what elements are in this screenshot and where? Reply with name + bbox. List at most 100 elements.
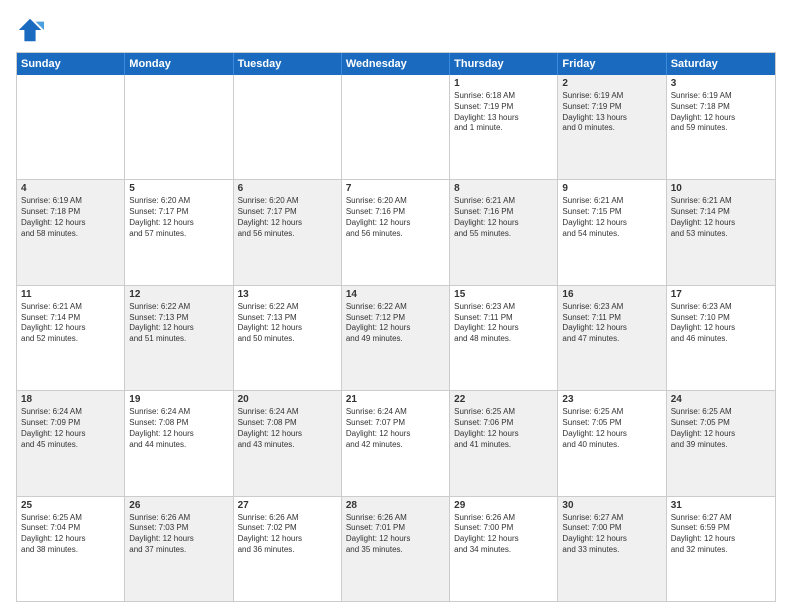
calendar: SundayMondayTuesdayWednesdayThursdayFrid… <box>16 52 776 602</box>
table-row: 26Sunrise: 6:26 AM Sunset: 7:03 PM Dayli… <box>125 497 233 601</box>
calendar-row-3: 18Sunrise: 6:24 AM Sunset: 7:09 PM Dayli… <box>17 390 775 495</box>
day-info: Sunrise: 6:19 AM Sunset: 7:19 PM Dayligh… <box>562 91 661 134</box>
day-number: 29 <box>454 500 553 511</box>
day-number: 15 <box>454 289 553 300</box>
day-info: Sunrise: 6:26 AM Sunset: 7:02 PM Dayligh… <box>238 513 337 556</box>
day-number: 6 <box>238 183 337 194</box>
calendar-row-2: 11 Sunrise: 6:21 AM Sunset: 7:14 PM Dayli… <box>17 285 775 390</box>
day-number: 14 <box>346 289 445 300</box>
table-row: 19 Sunrise: 6:24 AM Sunset: 7:08 PM Dayli… <box>125 391 233 495</box>
day-number: 22 <box>454 394 553 405</box>
day-info: Sunrise: 6:21 AM Sunset: 7:14 PM Dayligh… <box>671 196 771 239</box>
table-row: 9Sunrise: 6:21 AM Sunset: 7:15 PM Daylig… <box>558 180 666 284</box>
calendar-header: SundayMondayTuesdayWednesdayThursdayFrid… <box>17 53 775 75</box>
day-info: Sunrise: 6:26 AM Sunset: 7:01 PM Dayligh… <box>346 513 445 556</box>
logo <box>16 16 48 44</box>
table-row: 30 Sunrise: 6:27 AM Sunset: 7:00 PM Dayli… <box>558 497 666 601</box>
day-info: Sunrise: 6:22 AM Sunset: 7:12 PM Dayligh… <box>346 302 445 345</box>
day-number: 30 <box>562 500 661 511</box>
header-day-tuesday: Tuesday <box>234 53 342 75</box>
day-info: Sunrise: 6:24 AM Sunset: 7:09 PM Dayligh… <box>21 407 120 450</box>
day-info: Sunrise: 6:26 AM Sunset: 7:00 PM Dayligh… <box>454 513 553 556</box>
day-number: 20 <box>238 394 337 405</box>
day-number: 7 <box>346 183 445 194</box>
day-info: Sunrise: 6:25 AM Sunset: 7:05 PM Dayligh… <box>562 407 661 450</box>
table-row: 31 Sunrise: 6:27 AM Sunset: 6:59 PM Dayli… <box>667 497 775 601</box>
calendar-body: 1Sunrise: 6:18 AM Sunset: 7:19 PM Daylig… <box>17 75 775 601</box>
day-info: Sunrise: 6:23 AM Sunset: 7:11 PM Dayligh… <box>562 302 661 345</box>
day-info: Sunrise: 6:19 AM Sunset: 7:18 PM Dayligh… <box>671 91 771 134</box>
day-number: 21 <box>346 394 445 405</box>
table-row <box>342 75 450 179</box>
day-number: 8 <box>454 183 553 194</box>
day-info: Sunrise: 6:19 AM Sunset: 7:18 PM Dayligh… <box>21 196 120 239</box>
table-row: 22 Sunrise: 6:25 AM Sunset: 7:06 PM Dayli… <box>450 391 558 495</box>
day-number: 23 <box>562 394 661 405</box>
table-row <box>234 75 342 179</box>
day-number: 2 <box>562 78 661 89</box>
table-row: 3 Sunrise: 6:19 AM Sunset: 7:18 PM Daylig… <box>667 75 775 179</box>
table-row: 28 Sunrise: 6:26 AM Sunset: 7:01 PM Dayli… <box>342 497 450 601</box>
day-info: Sunrise: 6:21 AM Sunset: 7:15 PM Dayligh… <box>562 196 661 239</box>
day-number: 17 <box>671 289 771 300</box>
table-row: 25 Sunrise: 6:25 AM Sunset: 7:04 PM Dayli… <box>17 497 125 601</box>
table-row: 15 Sunrise: 6:23 AM Sunset: 7:11 PM Dayli… <box>450 286 558 390</box>
day-info: Sunrise: 6:25 AM Sunset: 7:05 PM Dayligh… <box>671 407 771 450</box>
day-number: 19 <box>129 394 228 405</box>
table-row: 24 Sunrise: 6:25 AM Sunset: 7:05 PM Dayli… <box>667 391 775 495</box>
day-number: 1 <box>454 78 553 89</box>
day-info: Sunrise: 6:22 AM Sunset: 7:13 PM Dayligh… <box>129 302 228 345</box>
day-info: Sunrise: 6:23 AM Sunset: 7:11 PM Dayligh… <box>454 302 553 345</box>
day-number: 11 <box>21 289 120 300</box>
day-info: Sunrise: 6:24 AM Sunset: 7:08 PM Dayligh… <box>238 407 337 450</box>
day-info: Sunrise: 6:25 AM Sunset: 7:06 PM Dayligh… <box>454 407 553 450</box>
table-row: 6 Sunrise: 6:20 AM Sunset: 7:17 PM Daylig… <box>234 180 342 284</box>
header-day-wednesday: Wednesday <box>342 53 450 75</box>
day-number: 27 <box>238 500 337 511</box>
table-row: 27 Sunrise: 6:26 AM Sunset: 7:02 PM Dayli… <box>234 497 342 601</box>
table-row: 13 Sunrise: 6:22 AM Sunset: 7:13 PM Dayli… <box>234 286 342 390</box>
header-day-thursday: Thursday <box>450 53 558 75</box>
day-number: 31 <box>671 500 771 511</box>
header-day-monday: Monday <box>125 53 233 75</box>
day-info: Sunrise: 6:21 AM Sunset: 7:14 PM Dayligh… <box>21 302 120 345</box>
table-row: 5 Sunrise: 6:20 AM Sunset: 7:17 PM Daylig… <box>125 180 233 284</box>
table-row: 14 Sunrise: 6:22 AM Sunset: 7:12 PM Dayli… <box>342 286 450 390</box>
logo-icon <box>16 16 44 44</box>
day-info: Sunrise: 6:27 AM Sunset: 7:00 PM Dayligh… <box>562 513 661 556</box>
day-number: 26 <box>129 500 228 511</box>
table-row <box>125 75 233 179</box>
day-info: Sunrise: 6:21 AM Sunset: 7:16 PM Dayligh… <box>454 196 553 239</box>
day-info: Sunrise: 6:20 AM Sunset: 7:17 PM Dayligh… <box>129 196 228 239</box>
calendar-row-1: 4 Sunrise: 6:19 AM Sunset: 7:18 PM Daylig… <box>17 179 775 284</box>
day-info: Sunrise: 6:23 AM Sunset: 7:10 PM Dayligh… <box>671 302 771 345</box>
day-info: Sunrise: 6:20 AM Sunset: 7:16 PM Dayligh… <box>346 196 445 239</box>
day-info: Sunrise: 6:20 AM Sunset: 7:17 PM Dayligh… <box>238 196 337 239</box>
table-row: 2 Sunrise: 6:19 AM Sunset: 7:19 PM Daylig… <box>558 75 666 179</box>
day-number: 13 <box>238 289 337 300</box>
table-row: 29 Sunrise: 6:26 AM Sunset: 7:00 PM Dayli… <box>450 497 558 601</box>
day-number: 3 <box>671 78 771 89</box>
table-row: 4 Sunrise: 6:19 AM Sunset: 7:18 PM Daylig… <box>17 180 125 284</box>
calendar-row-0: 1Sunrise: 6:18 AM Sunset: 7:19 PM Daylig… <box>17 75 775 179</box>
header-day-friday: Friday <box>558 53 666 75</box>
header-day-sunday: Sunday <box>17 53 125 75</box>
day-number: 5 <box>129 183 228 194</box>
page: SundayMondayTuesdayWednesdayThursdayFrid… <box>0 0 792 612</box>
table-row: 12Sunrise: 6:22 AM Sunset: 7:13 PM Dayli… <box>125 286 233 390</box>
day-number: 28 <box>346 500 445 511</box>
table-row: 17 Sunrise: 6:23 AM Sunset: 7:10 PM Dayli… <box>667 286 775 390</box>
day-info: Sunrise: 6:27 AM Sunset: 6:59 PM Dayligh… <box>671 513 771 556</box>
day-info: Sunrise: 6:22 AM Sunset: 7:13 PM Dayligh… <box>238 302 337 345</box>
day-number: 10 <box>671 183 771 194</box>
day-info: Sunrise: 6:24 AM Sunset: 7:08 PM Dayligh… <box>129 407 228 450</box>
day-number: 25 <box>21 500 120 511</box>
day-number: 16 <box>562 289 661 300</box>
day-info: Sunrise: 6:25 AM Sunset: 7:04 PM Dayligh… <box>21 513 120 556</box>
table-row: 18Sunrise: 6:24 AM Sunset: 7:09 PM Dayli… <box>17 391 125 495</box>
table-row: 10 Sunrise: 6:21 AM Sunset: 7:14 PM Dayli… <box>667 180 775 284</box>
day-number: 24 <box>671 394 771 405</box>
table-row: 1Sunrise: 6:18 AM Sunset: 7:19 PM Daylig… <box>450 75 558 179</box>
day-info: Sunrise: 6:24 AM Sunset: 7:07 PM Dayligh… <box>346 407 445 450</box>
day-number: 4 <box>21 183 120 194</box>
